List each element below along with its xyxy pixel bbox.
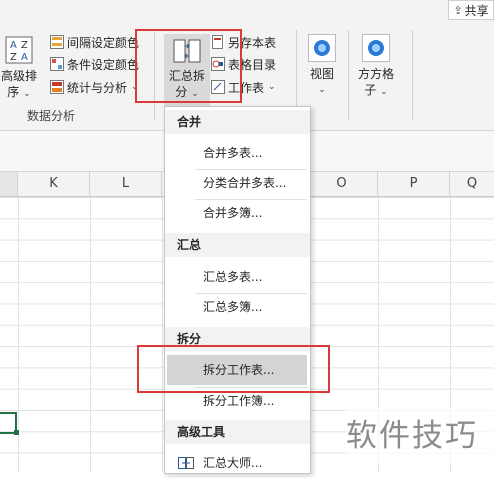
fangfang-label-2: 子: [364, 83, 377, 97]
share-label: 共享: [464, 3, 489, 18]
column-header-k[interactable]: K: [18, 172, 90, 196]
summary-split-menu: 合并 合并多表... 分类合并多表... 合并多簿... 汇总 汇总多表... …: [164, 106, 311, 474]
annotation-box-summary-split: [135, 29, 242, 103]
column-header-q[interactable]: Q: [450, 172, 494, 196]
svg-text:A: A: [21, 52, 28, 63]
column-header-p[interactable]: P: [378, 172, 450, 196]
fangfang-label-1: 方方格: [357, 67, 394, 81]
svg-text:Z: Z: [21, 40, 28, 51]
share-button[interactable]: ⇪ 共享: [448, 0, 494, 20]
menu-header-merge: 合并: [165, 110, 310, 134]
column-header-l[interactable]: L: [90, 172, 162, 196]
menu-item-summary-workbooks[interactable]: 汇总多簿...: [165, 292, 310, 322]
summary-master-icon: [178, 457, 194, 469]
interval-color-label: 间隔设定颜色: [67, 35, 140, 50]
fill-handle[interactable]: [14, 430, 19, 435]
view-label: 视图: [309, 67, 334, 81]
condition-color-button[interactable]: 条件设定颜色: [50, 54, 139, 74]
column-header-o[interactable]: O: [306, 172, 378, 196]
menu-item-merge-workbooks[interactable]: 合并多簿...: [165, 198, 310, 228]
menu-item-summary-sheets[interactable]: 汇总多表...: [165, 262, 310, 292]
chevron-down-icon: ⌄: [380, 87, 388, 97]
stats-analysis-button[interactable]: 统计与分析 ⌄: [50, 77, 139, 97]
condition-color-icon: [50, 57, 64, 71]
chevron-down-icon: ⌄: [23, 89, 31, 99]
advanced-sort-label-2: 序: [7, 85, 20, 99]
group-label-data-analysis: 数据分析: [27, 109, 76, 123]
interval-color-button[interactable]: 间隔设定颜色: [50, 32, 139, 52]
share-icon: ⇪: [453, 3, 463, 17]
stats-icon: [50, 80, 64, 94]
fangfang-grid-button[interactable]: 方方格 子 ⌄: [354, 34, 398, 98]
annotation-box-split-worksheet: [137, 345, 330, 393]
menu-item-merge-sheets[interactable]: 合并多表...: [165, 138, 310, 168]
grid-color-icon: [50, 35, 64, 49]
svg-text:A: A: [10, 40, 17, 51]
menu-header-summary: 汇总: [165, 233, 310, 257]
chevron-down-icon: ⌄: [318, 85, 326, 95]
svg-text:Z: Z: [10, 52, 17, 63]
watermark: 软件技巧: [346, 408, 494, 464]
chevron-down-icon: ⌄: [268, 82, 276, 92]
menu-header-advanced-tools: 高级工具: [165, 420, 310, 444]
fangfang-icon: [362, 34, 390, 62]
menu-item-category-merge[interactable]: 分类合并多表...: [165, 168, 310, 198]
stats-analysis-label: 统计与分析: [67, 80, 128, 95]
view-icon: [308, 34, 336, 62]
condition-color-label: 条件设定颜色: [67, 57, 140, 72]
sort-az-icon: A Z Z A: [5, 36, 33, 64]
advanced-sort-label-1: 高级排: [0, 69, 37, 83]
advanced-sort-button[interactable]: A Z Z A 高级排 序 ⌄: [0, 34, 38, 102]
column-header-prev[interactable]: [0, 172, 18, 196]
view-button[interactable]: 视图 ⌄: [304, 34, 340, 95]
